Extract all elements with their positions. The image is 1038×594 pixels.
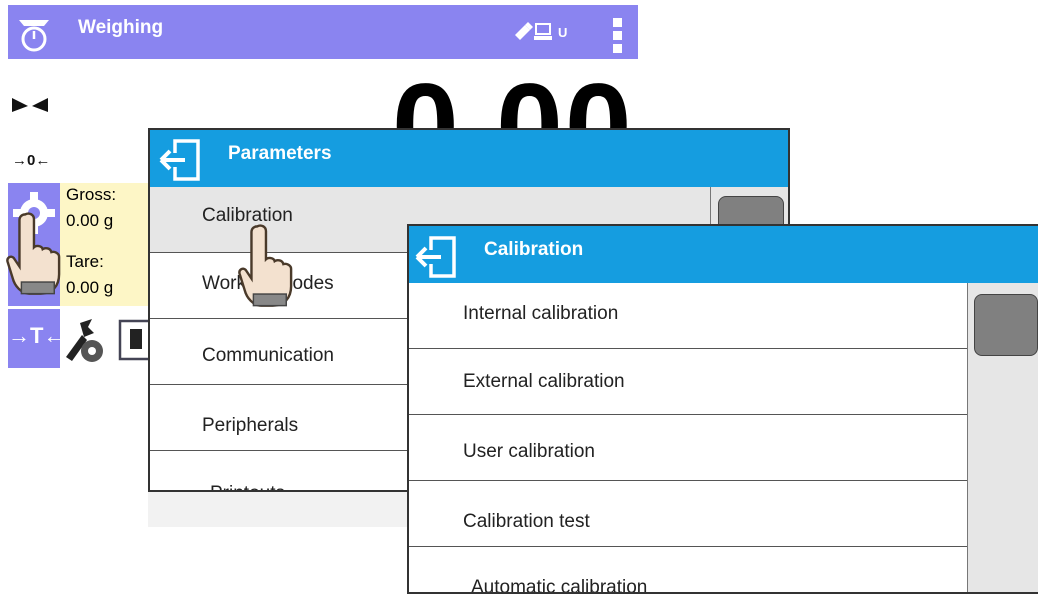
- scale-icon[interactable]: [16, 17, 52, 53]
- calibration-item-label: Internal calibration: [463, 303, 619, 324]
- panel-shadow: [148, 490, 408, 527]
- calibration-item-internal[interactable]: Internal calibration: [409, 283, 967, 349]
- status-text: U: [558, 25, 567, 40]
- tare-info-box: Tare: 0.00 g: [60, 244, 150, 306]
- calibration-scrollbar[interactable]: [967, 283, 1038, 592]
- parameters-item-label: Peripherals: [202, 415, 299, 436]
- tools-icon: [66, 319, 103, 362]
- gross-value: 0.00 g: [66, 211, 114, 230]
- parameters-item-label: Printouts: [210, 483, 285, 490]
- calibration-item-user[interactable]: User calibration: [409, 415, 967, 481]
- app-title: Weighing: [78, 17, 164, 38]
- calibration-item-label: User calibration: [463, 441, 595, 462]
- database-icon: [118, 319, 152, 361]
- parameters-header: Parameters: [150, 130, 788, 187]
- parameters-item-label: Communication: [202, 345, 334, 366]
- usb-status-icons: U: [515, 22, 567, 40]
- calibration-item-automatic[interactable]: Automatic calibration: [409, 547, 967, 594]
- calibration-title: Calibration: [484, 239, 584, 260]
- tare-value: 0.00 g: [66, 278, 114, 297]
- calibration-scroll-thumb[interactable]: [974, 294, 1038, 356]
- calibration-item-label: External calibration: [463, 371, 625, 392]
- keyboard-icon: [534, 23, 552, 40]
- back-icon[interactable]: [157, 137, 207, 183]
- top-bar: Weighing U: [8, 5, 638, 59]
- calibration-item-test[interactable]: Calibration test: [409, 481, 967, 547]
- gross-info-box: Gross: 0.00 g: [60, 183, 150, 244]
- calibration-item-external[interactable]: External calibration: [409, 349, 967, 415]
- parameters-title: Parameters: [228, 143, 332, 164]
- tare-button-label: →T←: [8, 323, 66, 348]
- calibration-panel: Calibration Internal calibration Externa…: [407, 224, 1038, 594]
- usb-icon: [515, 22, 533, 40]
- hand-pointer-icon: [6, 212, 61, 295]
- gross-label: Gross:: [66, 185, 117, 204]
- more-icon[interactable]: [613, 18, 623, 54]
- calibration-item-label: Automatic calibration: [471, 577, 648, 594]
- back-icon[interactable]: [413, 234, 463, 280]
- tare-button[interactable]: →T←: [8, 309, 66, 368]
- hand-pointer-icon: [238, 224, 293, 307]
- zero-indicator: →0←: [12, 152, 51, 169]
- stability-icon: [12, 98, 48, 112]
- tare-label: Tare:: [66, 252, 104, 271]
- tools-icons[interactable]: [60, 313, 155, 368]
- calibration-header: Calibration: [409, 226, 1038, 283]
- calibration-item-label: Calibration test: [463, 511, 590, 532]
